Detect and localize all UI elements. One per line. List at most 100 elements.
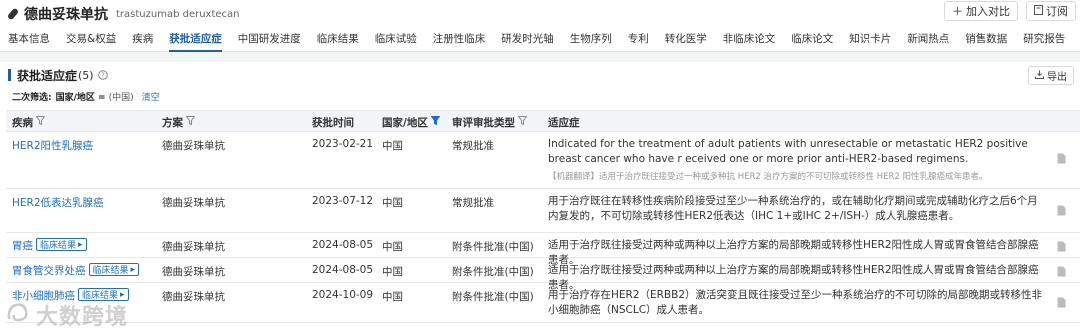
col-regimen: 方案 [162, 111, 196, 133]
tab-0[interactable]: 基本信息 [0, 28, 58, 51]
tab-13[interactable]: 临床论文 [783, 28, 841, 51]
country-cell: 中国 [382, 197, 403, 209]
clinical-result-tag[interactable]: 临床结果 ▸ [88, 263, 140, 276]
download-icon [1035, 70, 1044, 82]
tab-4[interactable]: 中国研发进度 [230, 28, 309, 51]
regimen-cell: 德曲妥珠单抗 [162, 197, 225, 209]
country-cell: 中国 [382, 291, 403, 303]
indication-cell: 用于治疗既往在转移性疾病阶段接受过至少一种系统治疗的，或在辅助化疗期间或完成辅助… [548, 194, 1044, 224]
tab-10[interactable]: 专利 [620, 28, 657, 51]
col-country-label: 国家/地区 [382, 116, 428, 129]
col-type-label: 审评审批类型 [452, 116, 515, 129]
caret-right-icon: ▸ [78, 239, 83, 250]
disease-link[interactable]: HER2低表达乳腺癌 [12, 195, 104, 210]
tag-label: 临床结果 [40, 241, 77, 251]
date-cell: 2024-08-05 [312, 239, 374, 251]
tab-16[interactable]: 销售数据 [957, 28, 1015, 51]
machine-translation: 【机器翻译】适用于治疗既往接受过一种或多种抗 HER2 治疗方案的不可切除或转移… [548, 172, 988, 182]
plus-icon: ＋ [952, 5, 963, 18]
tab-9[interactable]: 生物序列 [562, 28, 620, 51]
tab-7[interactable]: 注册性临床 [425, 28, 494, 51]
col-type: 审评审批类型 [452, 111, 528, 133]
regimen-cell: 德曲妥珠单抗 [162, 140, 225, 152]
export-label: 导出 [1047, 72, 1067, 83]
col-indication: 适应症 [548, 111, 580, 133]
col-date: 获批时间 [312, 111, 354, 133]
type-cell: 附条件批准(中国) [452, 291, 534, 303]
watermark-logo-icon [6, 301, 32, 329]
country-cell: 中国 [382, 140, 403, 152]
tab-17[interactable]: 研究报告 [1015, 28, 1073, 51]
date-cell: 2023-02-21 [312, 138, 374, 150]
tab-8[interactable]: 研发时光轴 [493, 28, 562, 51]
disease-link[interactable]: HER2阳性乳腺癌 [12, 138, 93, 153]
tab-12[interactable]: 非临床论文 [715, 28, 784, 51]
type-cell: 附条件批准(中国) [452, 241, 534, 253]
regimen-cell: 德曲妥珠单抗 [162, 266, 225, 278]
drug-name-en: trastuzumab deruxtecan [116, 8, 240, 20]
subscribe-label: 订阅 [1046, 5, 1068, 18]
regimen-cell: 德曲妥珠单抗 [162, 241, 225, 253]
document-icon[interactable] [1057, 266, 1066, 280]
tab-15[interactable]: 新闻热点 [899, 28, 957, 51]
col-disease: 疾病 [12, 111, 46, 133]
disease-link[interactable]: 胃食管交界处癌 [12, 265, 86, 277]
document-icon[interactable] [1057, 297, 1066, 311]
country-cell: 中国 [382, 241, 403, 253]
tab-3[interactable]: 获批适应症 [161, 28, 230, 52]
disease-cell: 胃食管交界处癌 临床结果 ▸ [12, 263, 140, 278]
document-icon[interactable] [1057, 153, 1066, 167]
caret-right-icon: ▸ [120, 289, 125, 300]
filter-icon-active[interactable] [430, 116, 441, 128]
watermark: 大数跨境 [6, 299, 128, 331]
disease-link[interactable]: 胃癌 [12, 240, 33, 252]
table-row: HER2低表达乳腺癌 德曲妥珠单抗 2023-07-12 中国 常规批准 用于治… [6, 189, 1080, 233]
table-row: HER2阳性乳腺癌 德曲妥珠单抗 2023-02-21 中国 常规批准 Indi… [6, 132, 1080, 189]
col-indication-label: 适应症 [548, 116, 580, 129]
filter-icon[interactable] [517, 116, 528, 128]
table-row: 非小细胞肺癌 临床结果 ▸ 德曲妥珠单抗 2024-10-09 中国 附条件批准(中… [6, 283, 1080, 323]
add-compare-button[interactable]: ＋ 加入对比 [944, 1, 1018, 21]
nav-tabs: 基本信息 交易&权益 疾病 获批适应症 中国研发进度 临床结果 临床试验 注册性临床 研发时光轴… [0, 28, 1080, 52]
indication-text: 用于治疗存在HER2（ERBB2）激活突变且既往接受过至少一种系统治疗的不可切除… [548, 289, 1043, 316]
clear-filter-link[interactable]: 清空 [142, 90, 160, 103]
tab-2[interactable]: 疾病 [124, 28, 161, 51]
clinical-result-tag[interactable]: 临床结果 ▸ [36, 238, 87, 251]
drug-icon [6, 7, 20, 21]
subscribe-button[interactable]: 订阅 [1026, 1, 1076, 21]
filter-label: 二次筛选: [12, 92, 52, 103]
country-cell: 中国 [382, 266, 403, 278]
col-disease-label: 疾病 [12, 116, 33, 129]
tab-14[interactable]: 知识卡片 [841, 28, 899, 51]
col-date-label: 获批时间 [312, 116, 354, 129]
section-accent-bar [8, 69, 11, 81]
indication-text: 用于治疗既往在转移性疾病阶段接受过至少一种系统治疗的，或在辅助化疗期间或完成辅助… [548, 195, 1038, 222]
export-button[interactable]: 导出 [1028, 66, 1074, 85]
tab-1[interactable]: 交易&权益 [58, 28, 124, 51]
tab-5[interactable]: 临床结果 [309, 28, 367, 51]
filter-icon[interactable] [35, 116, 46, 128]
filter-row: 二次筛选: 国家/地区 = (中国) 清空 [0, 88, 1080, 104]
table-row: 胃癌 临床结果 ▸ 德曲妥珠单抗 2024-08-05 中国 附条件批准(中国) 适… [6, 233, 1080, 266]
indication-text: Indicated for the treatment of adult pat… [548, 138, 1028, 165]
indication-cell: Indicated for the treatment of adult pat… [548, 137, 1044, 184]
document-icon[interactable] [1057, 205, 1066, 219]
disease-cell: 胃癌 临床结果 ▸ [12, 238, 87, 253]
indications-table: 疾病 方案 获批时间 国家/地区 审评审批类型 适应症 HER2阳性乳腺癌 德曲… [6, 110, 1080, 323]
filter-value: (中国) [108, 92, 134, 103]
tab-6[interactable]: 临床试验 [367, 28, 425, 51]
filter-icon[interactable] [185, 116, 196, 128]
col-country: 国家/地区 [382, 111, 441, 133]
section-gap [0, 52, 1080, 62]
date-cell: 2024-10-09 [312, 289, 374, 301]
section-count: (5) [78, 68, 94, 82]
add-compare-label: 加入对比 [966, 5, 1010, 18]
document-icon[interactable] [1057, 241, 1066, 255]
bookmark-icon [1034, 4, 1043, 18]
section-header: 获批适应症 (5) ? 导出 [0, 62, 1080, 88]
help-icon[interactable]: ? [97, 70, 108, 80]
indication-cell: 用于治疗存在HER2（ERBB2）激活突变且既往接受过至少一种系统治疗的不可切除… [548, 288, 1044, 318]
tab-11[interactable]: 转化医学 [657, 28, 715, 51]
filter-key: 国家/地区 = [55, 92, 106, 103]
date-cell: 2023-07-12 [312, 195, 374, 207]
